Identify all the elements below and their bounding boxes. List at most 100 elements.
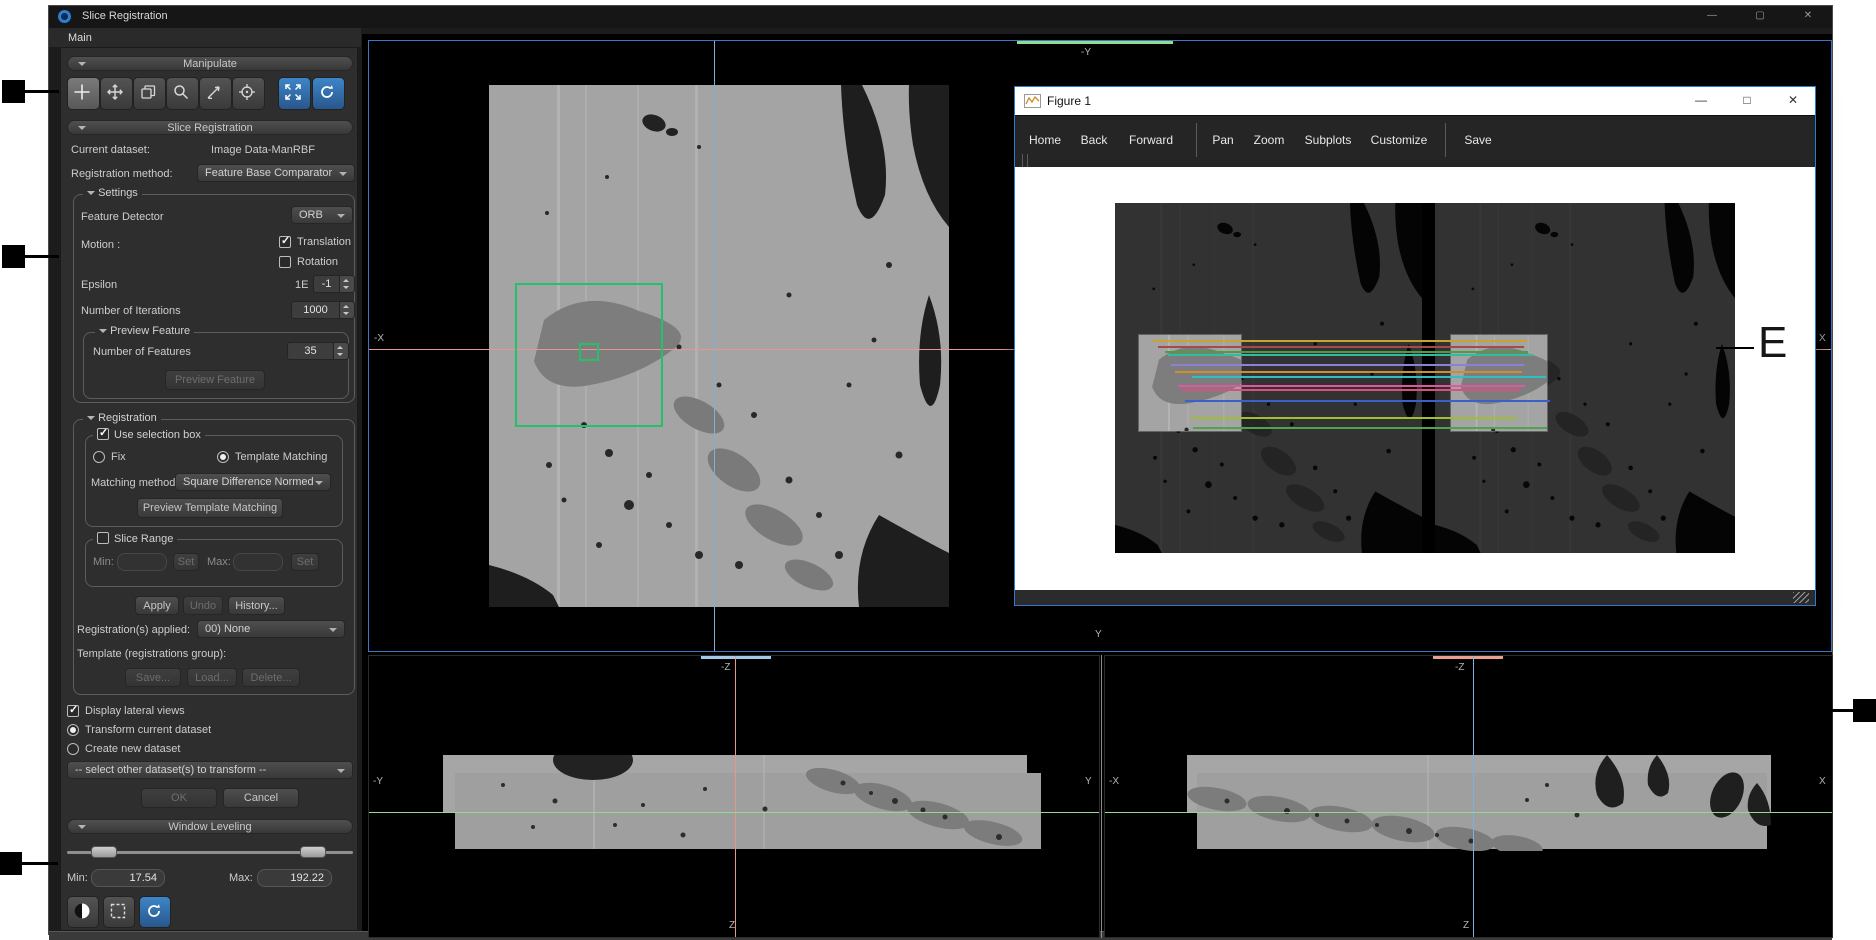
slice-range-min-set-button[interactable]: Set xyxy=(173,553,199,571)
axis-label-right: X xyxy=(1819,333,1826,344)
apply-button[interactable]: Apply xyxy=(135,596,179,615)
spinner-arrows[interactable] xyxy=(333,343,348,359)
toolbar-forward-button[interactable]: Forward xyxy=(1129,133,1173,147)
horizontal-line-green[interactable] xyxy=(1105,812,1832,813)
crosshair-tool-button[interactable] xyxy=(67,77,100,110)
slice-indicator-green[interactable] xyxy=(1017,41,1173,44)
pan-tool-button[interactable] xyxy=(100,77,133,110)
settings-title: Settings xyxy=(98,187,138,199)
template-matching-radio[interactable] xyxy=(217,451,229,463)
other-datasets-dropdown[interactable]: -- select other dataset(s) to transform … xyxy=(67,761,353,779)
template-save-button[interactable]: Save... xyxy=(125,668,181,687)
axis-label-right: X xyxy=(1819,776,1826,787)
toolbar-pan-button[interactable]: Pan xyxy=(1212,133,1233,147)
app-title: Slice Registration xyxy=(82,10,168,22)
slider-low-handle[interactable] xyxy=(91,846,117,858)
epsilon-spinbox[interactable]: -1 xyxy=(313,275,355,293)
window-leveling-section-header[interactable]: Window Leveling xyxy=(67,819,353,834)
use-selection-box-label: Use selection box xyxy=(114,429,201,441)
use-selection-box-checkbox[interactable] xyxy=(97,428,109,440)
contrast-button[interactable] xyxy=(67,896,99,928)
template-matching-label: Template Matching xyxy=(235,451,327,463)
app-maximize-button[interactable]: ▢ xyxy=(1750,10,1770,21)
wl-min-label: Min: xyxy=(67,872,88,884)
spinner-arrows[interactable] xyxy=(339,302,354,318)
matching-method-dropdown[interactable]: Square Difference Normed xyxy=(175,473,331,491)
slice-range-max-set-button[interactable]: Set xyxy=(291,553,319,571)
registration-method-dropdown[interactable]: Feature Base Comparator xyxy=(197,164,355,182)
translation-checkbox[interactable] xyxy=(279,236,291,248)
slice-range-checkbox[interactable] xyxy=(97,532,109,544)
registrations-applied-label: Registration(s) applied: xyxy=(77,624,190,636)
selection-box-center[interactable] xyxy=(579,343,599,361)
iterations-value: 1000 xyxy=(292,304,339,316)
app-minimize-button[interactable]: — xyxy=(1702,10,1722,21)
slices-tool-button[interactable] xyxy=(133,77,166,110)
history-button[interactable]: History... xyxy=(228,596,285,615)
num-features-spinbox[interactable]: 35 xyxy=(287,342,349,360)
registrations-applied-dropdown[interactable]: 00) None xyxy=(197,620,345,638)
cancel-button[interactable]: Cancel xyxy=(223,788,299,808)
window-leveling-slider[interactable] xyxy=(67,846,353,859)
figure-canvas[interactable] xyxy=(1015,167,1815,590)
view-divider xyxy=(1101,655,1102,938)
figure-resize-grip[interactable] xyxy=(1793,592,1809,603)
preview-feature-legend[interactable]: Preview Feature xyxy=(95,325,194,337)
toolbar-zoom-button[interactable]: Zoom xyxy=(1254,133,1285,147)
reset-view-button[interactable] xyxy=(312,77,345,110)
lateral-view-left[interactable]: -Z -Y Y Z xyxy=(368,655,1100,938)
marquee-icon xyxy=(109,902,127,920)
display-lateral-views-checkbox[interactable] xyxy=(67,705,79,717)
vertical-crosshair[interactable] xyxy=(714,41,715,651)
use-selection-box-legend[interactable]: Use selection box xyxy=(93,428,205,441)
template-delete-button[interactable]: Delete... xyxy=(242,668,300,687)
horizontal-line-green[interactable] xyxy=(369,812,1099,813)
toolbar-save-button[interactable]: Save xyxy=(1464,133,1491,147)
transform-current-radio[interactable] xyxy=(67,724,79,736)
toolbar-subplots-button[interactable]: Subplots xyxy=(1305,133,1352,147)
target-tool-button[interactable] xyxy=(232,77,265,110)
slider-high-handle[interactable] xyxy=(300,846,326,858)
preview-feature-button[interactable]: Preview Feature xyxy=(165,370,265,390)
create-new-dataset-label: Create new dataset xyxy=(85,743,180,755)
wl-max-input[interactable]: 192.22 xyxy=(257,869,332,887)
slice-registration-section-header[interactable]: Slice Registration xyxy=(67,120,353,135)
toolbar-back-button[interactable]: Back xyxy=(1081,133,1108,147)
slice-range-min-input[interactable] xyxy=(117,553,167,571)
figure-minimize-button[interactable]: — xyxy=(1686,93,1716,107)
rotation-checkbox[interactable] xyxy=(279,256,291,268)
reset-leveling-button[interactable] xyxy=(139,896,171,928)
undo-button[interactable]: Undo xyxy=(183,596,223,615)
fix-radio[interactable] xyxy=(93,451,105,463)
slice-indicator-blue[interactable] xyxy=(701,656,771,659)
slice-range-max-input[interactable] xyxy=(233,553,283,571)
ok-button[interactable]: OK xyxy=(141,788,217,808)
vertical-crosshair-salmon[interactable] xyxy=(735,656,736,937)
figure-maximize-button[interactable]: □ xyxy=(1732,93,1762,107)
oblique-tool-button[interactable] xyxy=(199,77,232,110)
transform-current-label: Transform current dataset xyxy=(85,724,211,736)
lateral-view-right[interactable]: -Z -X X Z xyxy=(1104,655,1833,938)
region-select-button[interactable] xyxy=(103,896,135,928)
figure-close-button[interactable]: ✕ xyxy=(1778,93,1808,107)
template-load-button[interactable]: Load... xyxy=(187,668,237,687)
iterations-spinbox[interactable]: 1000 xyxy=(291,301,355,319)
preview-template-matching-button[interactable]: Preview Template Matching xyxy=(137,498,283,518)
fit-view-button[interactable] xyxy=(278,77,311,110)
feature-detector-dropdown[interactable]: ORB xyxy=(291,206,353,224)
registration-legend[interactable]: Registration xyxy=(83,412,161,424)
manipulate-section-header[interactable]: Manipulate xyxy=(67,56,353,71)
slice-range-legend[interactable]: Slice Range xyxy=(93,532,177,545)
vertical-crosshair-blue[interactable] xyxy=(1473,656,1474,937)
settings-group-legend[interactable]: Settings xyxy=(83,187,142,199)
toolbar-home-button[interactable]: Home xyxy=(1029,133,1061,147)
app-close-button[interactable]: ✕ xyxy=(1798,10,1818,21)
zoom-tool-button[interactable] xyxy=(166,77,199,110)
create-new-dataset-radio[interactable] xyxy=(67,743,79,755)
figure-titlebar[interactable]: Figure 1 — □ ✕ xyxy=(1015,87,1815,115)
spinner-arrows[interactable] xyxy=(339,276,354,292)
menu-item-main[interactable]: Main xyxy=(68,32,92,44)
toolbar-customize-button[interactable]: Customize xyxy=(1371,133,1428,147)
slice-indicator-salmon[interactable] xyxy=(1433,656,1503,659)
wl-min-input[interactable]: 17.54 xyxy=(91,869,165,887)
